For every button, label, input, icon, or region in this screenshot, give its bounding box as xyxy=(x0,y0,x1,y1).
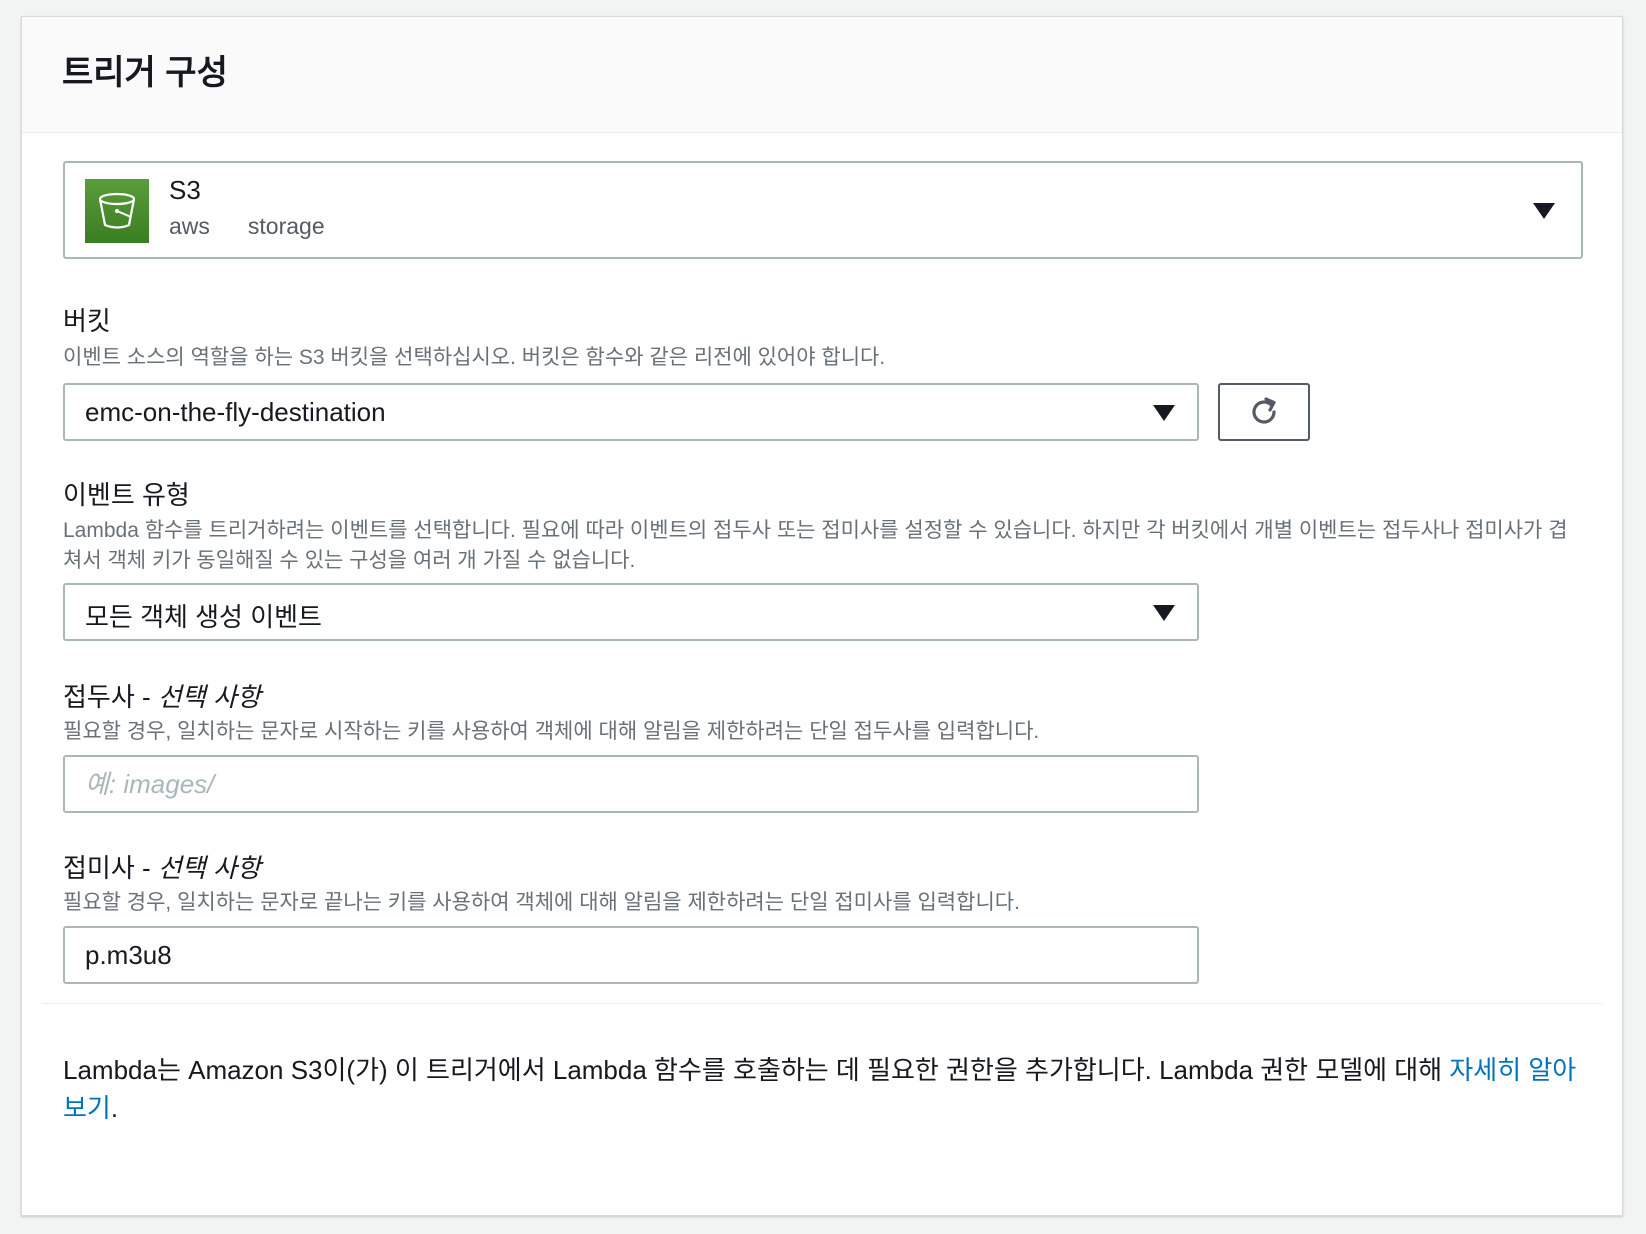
event-type-label: 이벤트 유형 xyxy=(63,480,190,510)
event-type-selected-value: 모든 객체 생성 이벤트 xyxy=(85,602,322,632)
divider xyxy=(42,1003,1602,1004)
prefix-input[interactable] xyxy=(63,755,1199,813)
panel-title: 트리거 구성 xyxy=(62,54,228,92)
bucket-selected-value: emc-on-the-fly-destination xyxy=(85,397,386,427)
permissions-note-text: Lambda는 Amazon S3이(가) 이 트리거에서 Lambda 함수를… xyxy=(63,1055,1450,1085)
prefix-label: 접두사 - 선택 사항 xyxy=(63,681,261,713)
prefix-description: 필요할 경우, 일치하는 문자로 시작하는 키를 사용하여 객체에 대해 알림을… xyxy=(63,720,1040,743)
suffix-input[interactable] xyxy=(63,926,1199,984)
chevron-down-icon xyxy=(1533,203,1555,219)
suffix-description: 필요할 경우, 일치하는 문자로 끝나는 키를 사용하여 객체에 대해 알림을 … xyxy=(63,891,1020,914)
suffix-label-text: 접미사 - xyxy=(63,853,158,883)
permissions-note-period: . xyxy=(110,1093,119,1123)
refresh-buckets-button[interactable] xyxy=(1218,383,1310,441)
trigger-config-panel: 트리거 구성 S3 aws storage 버킷 이벤트 소스의 역할을 하는 … xyxy=(21,16,1623,1216)
refresh-icon xyxy=(1252,397,1276,424)
event-type-select[interactable]: 모든 객체 생성 이벤트 xyxy=(63,583,1199,641)
service-tag: storage xyxy=(247,213,325,239)
service-tags: aws storage xyxy=(169,213,325,240)
event-type-description: Lambda 함수를 트리거하려는 이벤트를 선택합니다. 필요에 따라 이벤트… xyxy=(63,519,1568,572)
bucket-description: 이벤트 소스의 역할을 하는 S3 버킷을 선택하십시오. 버킷은 함수와 같은… xyxy=(63,346,886,369)
service-name: S3 xyxy=(169,175,201,205)
panel-header: 트리거 구성 xyxy=(22,17,1622,133)
suffix-optional-text: 선택 사항 xyxy=(157,853,261,883)
bucket-select[interactable]: emc-on-the-fly-destination xyxy=(63,383,1199,441)
chevron-down-icon xyxy=(1153,605,1175,621)
service-tag: aws xyxy=(169,213,210,239)
s3-bucket-icon xyxy=(85,179,149,243)
trigger-service-select[interactable]: S3 aws storage xyxy=(63,161,1583,259)
bucket-label: 버킷 xyxy=(63,306,111,336)
chevron-down-icon xyxy=(1153,405,1175,421)
suffix-label: 접미사 - 선택 사항 xyxy=(63,852,261,884)
prefix-optional-text: 선택 사항 xyxy=(157,682,261,712)
permissions-note: Lambda는 Amazon S3이(가) 이 트리거에서 Lambda 함수를… xyxy=(63,1051,1593,1127)
prefix-label-text: 접두사 - xyxy=(63,682,158,712)
